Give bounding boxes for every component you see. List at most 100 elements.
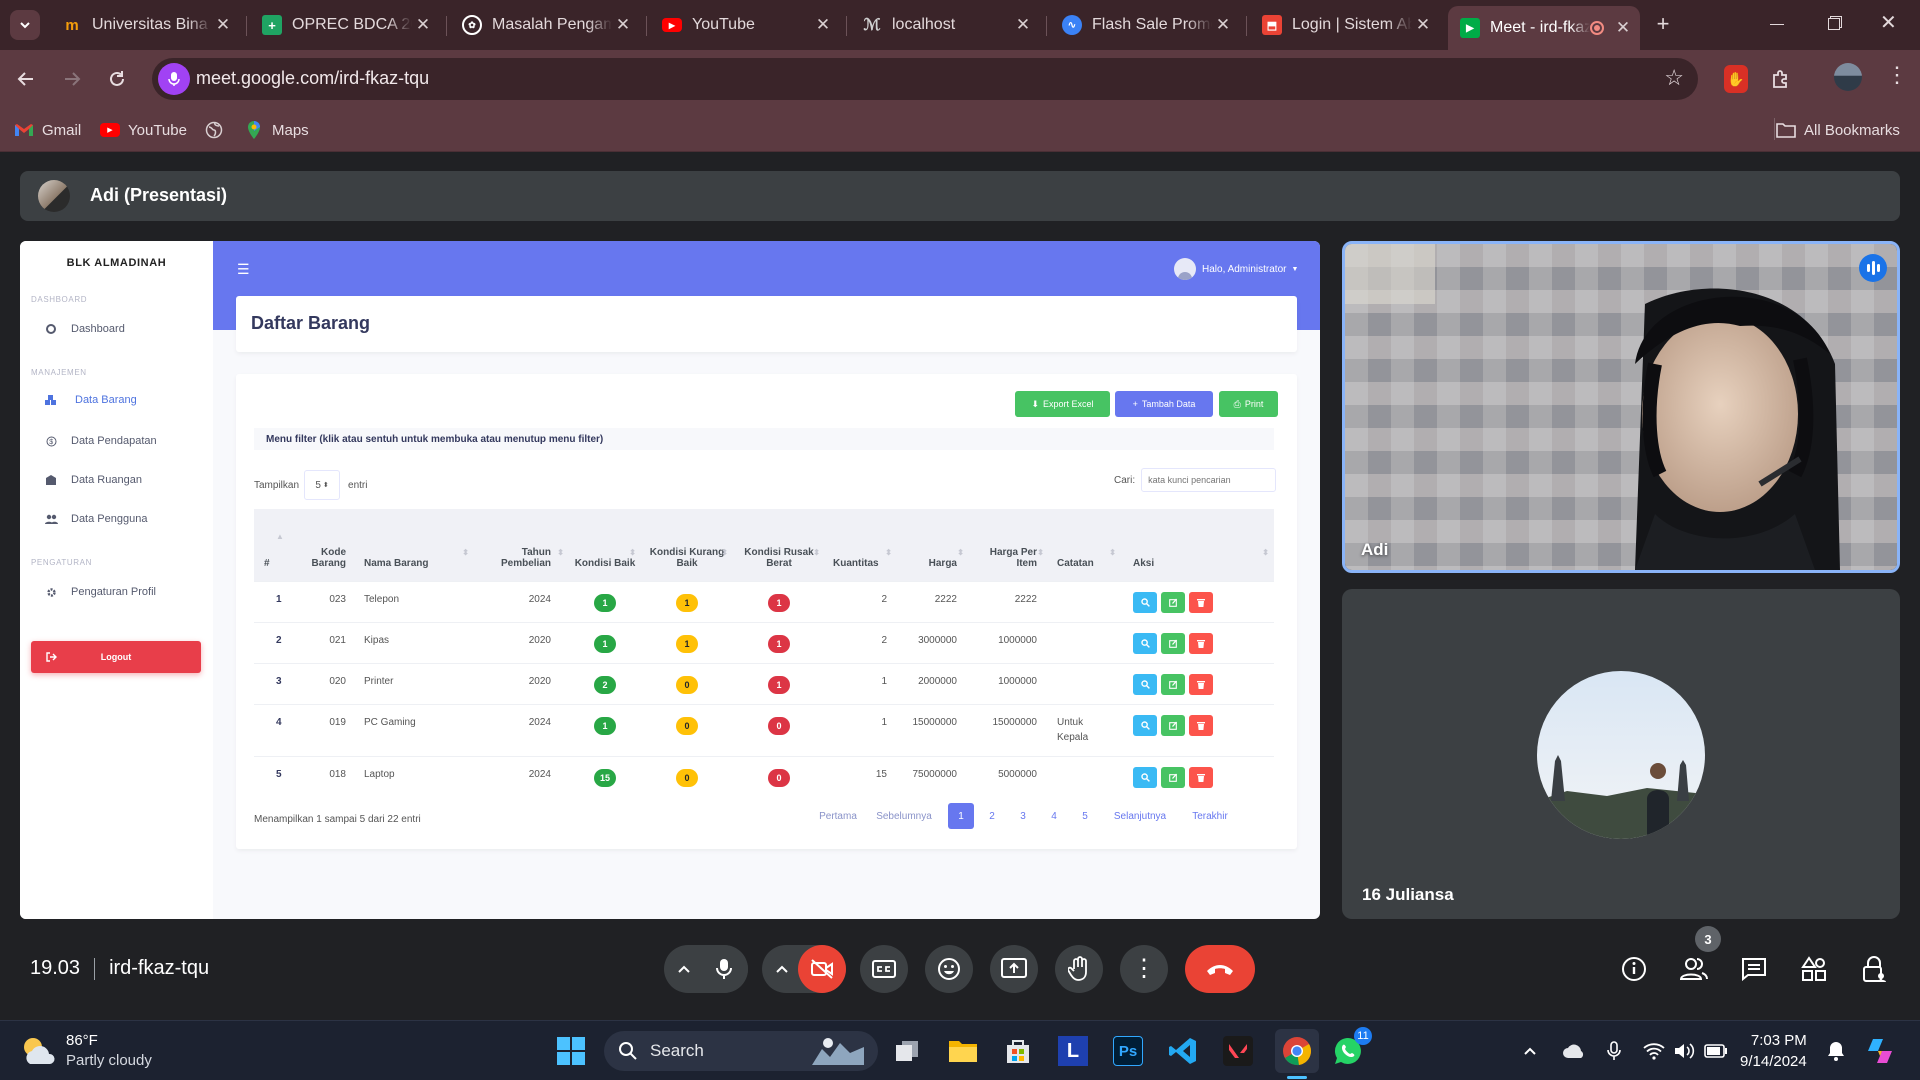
browser-tab[interactable]: ✿ Masalah Pengambilan ✕ [450, 6, 640, 44]
pagination-next[interactable]: Selanjutnya [1106, 803, 1174, 829]
start-button[interactable] [553, 1033, 589, 1069]
pagination-first[interactable]: Pertama [816, 803, 860, 829]
close-icon[interactable]: ✕ [1412, 15, 1434, 35]
column-header[interactable]: Harga ⬍ [897, 509, 969, 581]
volume-icon[interactable] [1670, 1033, 1698, 1069]
reload-icon[interactable] [107, 69, 127, 89]
pagination-page-current[interactable]: 1 [948, 803, 974, 829]
browser-tab[interactable]: ℳ localhost ✕ [850, 6, 1040, 44]
column-header[interactable]: Kode Barang [284, 509, 354, 581]
participant-tile-juliansa[interactable]: 16 Juliansa [1342, 589, 1900, 919]
sidebar-item-data-barang[interactable]: Data Barang [31, 390, 137, 410]
column-header[interactable]: Kondisi Baik ⬍ [569, 509, 641, 581]
pagination-prev[interactable]: Sebelumnya [868, 803, 940, 829]
microphone-tray-icon[interactable] [1602, 1033, 1626, 1069]
bookmark-globe[interactable] [205, 118, 223, 142]
present-button[interactable] [990, 945, 1038, 993]
column-header[interactable]: # ▲ [254, 509, 284, 581]
user-menu[interactable]: Halo, Administrator ▼ [1174, 258, 1298, 280]
close-icon[interactable]: ✕ [1212, 15, 1234, 35]
microphone-button[interactable] [700, 945, 748, 993]
tab-search-button[interactable] [10, 10, 40, 40]
battery-icon[interactable] [1702, 1033, 1730, 1069]
bookmark-maps[interactable]: Maps [246, 118, 309, 142]
column-header[interactable]: Catatan ⬍ [1049, 509, 1121, 581]
extensions-puzzle-icon[interactable] [1770, 68, 1792, 90]
bookmark-youtube[interactable]: ▶ YouTube [100, 118, 187, 142]
more-options-button[interactable]: ⋮ [1120, 945, 1168, 993]
sidebar-item-data-pengguna[interactable]: Data Pengguna [31, 509, 147, 529]
column-header[interactable]: Nama Barang ⬍ [354, 509, 474, 581]
close-icon[interactable]: ✕ [412, 15, 434, 35]
edit-button[interactable] [1161, 591, 1185, 613]
column-header[interactable]: Kondisi Rusak Berat ⬍ [733, 509, 825, 581]
file-explorer-button[interactable] [945, 1033, 981, 1069]
l-app-button[interactable]: L [1055, 1033, 1091, 1069]
column-header[interactable]: Kuantitas ⬍ [825, 509, 897, 581]
export-excel-button[interactable]: ⬇ Export Excel [1015, 391, 1110, 417]
mic-options-chevron-up-icon[interactable] [666, 945, 702, 993]
profile-avatar[interactable] [1834, 63, 1862, 91]
forward-arrow-icon[interactable] [62, 69, 82, 89]
hamburger-menu-icon[interactable]: ☰ [237, 261, 250, 278]
close-icon[interactable]: ✕ [612, 15, 634, 35]
window-close-icon[interactable]: ✕ [1880, 10, 1897, 35]
leave-call-button[interactable] [1185, 945, 1255, 993]
delete-button[interactable] [1189, 591, 1213, 613]
bookmark-gmail[interactable]: Gmail [14, 118, 81, 142]
more-vert-icon[interactable]: ⋮ [1886, 64, 1908, 86]
pagination-last[interactable]: Terakhir [1184, 803, 1236, 829]
weather-widget[interactable]: 86°F Partly cloudy [20, 1031, 152, 1071]
delete-button[interactable] [1189, 766, 1213, 788]
tray-overflow-chevron-up-icon[interactable] [1518, 1033, 1542, 1069]
column-header[interactable]: Aksi ⬍ [1121, 509, 1274, 581]
browser-tab[interactable]: + OPREC BDCA 2024 ✕ [250, 6, 440, 44]
edit-button[interactable] [1161, 673, 1185, 695]
photoshop-button[interactable]: Ps [1110, 1033, 1146, 1069]
copilot-button[interactable] [1862, 1033, 1898, 1069]
host-controls-button[interactable] [1850, 945, 1898, 993]
chat-button[interactable] [1730, 945, 1778, 993]
close-icon[interactable]: ✕ [212, 15, 234, 35]
onedrive-icon[interactable] [1560, 1033, 1588, 1069]
column-header[interactable]: Tahun Pembelian ⬍ [474, 509, 569, 581]
whatsapp-button[interactable]: 11 [1330, 1027, 1372, 1069]
minimize-icon[interactable] [1770, 24, 1784, 25]
camera-options-chevron-up-icon[interactable] [764, 945, 800, 993]
edit-button[interactable] [1161, 766, 1185, 788]
pagination-page[interactable]: 2 [979, 803, 1005, 829]
pagination-page[interactable]: 5 [1072, 803, 1098, 829]
meeting-info-button[interactable] [1610, 945, 1658, 993]
reactions-button[interactable] [925, 945, 973, 993]
camera-off-button[interactable] [798, 945, 846, 993]
filter-toggle[interactable]: Menu filter (klik atau sentuh untuk memb… [254, 428, 1274, 450]
detail-button[interactable] [1133, 632, 1157, 654]
browser-tab[interactable]: ⬒ Login | Sistem Absensi ✕ [1250, 6, 1440, 44]
bookmark-star-icon[interactable]: ☆ [1664, 67, 1684, 89]
column-header[interactable]: Kondisi Kurang Baik ⬍ [641, 509, 733, 581]
activities-button[interactable] [1790, 945, 1838, 993]
vscode-button[interactable] [1165, 1033, 1201, 1069]
captions-button[interactable] [860, 945, 908, 993]
detail-button[interactable] [1133, 673, 1157, 695]
search-input[interactable] [1141, 468, 1277, 492]
chrome-button[interactable] [1275, 1029, 1319, 1079]
task-view-button[interactable] [889, 1033, 925, 1069]
page-length-select[interactable]: 5 ⬍ [304, 470, 341, 500]
ms-store-button[interactable] [1000, 1033, 1036, 1069]
clock[interactable]: 7:03 PM 9/14/2024 [1740, 1030, 1807, 1072]
add-data-button[interactable]: + Tambah Data [1115, 391, 1213, 417]
address-bar[interactable]: meet.google.com/ird-fkaz-tqu ☆ [152, 58, 1698, 100]
sidebar-item-dashboard[interactable]: Dashboard [31, 319, 125, 339]
edit-button[interactable] [1161, 632, 1185, 654]
browser-tab[interactable]: m Universitas Bina Darma ✕ [50, 6, 240, 44]
pagination-page[interactable]: 4 [1041, 803, 1067, 829]
notification-bell-icon[interactable] [1822, 1033, 1850, 1069]
microphone-in-use-icon[interactable] [158, 63, 190, 95]
sidebar-item-pengaturan-profil[interactable]: Pengaturan Profil [31, 582, 156, 602]
print-button[interactable]: ⎙ Print [1219, 391, 1278, 417]
taskbar-search[interactable]: Search [604, 1031, 878, 1071]
browser-tab[interactable]: ▶ YouTube ✕ [650, 6, 840, 44]
sidebar-item-data-ruangan[interactable]: Data Ruangan [31, 470, 142, 490]
all-bookmarks-button[interactable]: All Bookmarks [1776, 118, 1900, 142]
